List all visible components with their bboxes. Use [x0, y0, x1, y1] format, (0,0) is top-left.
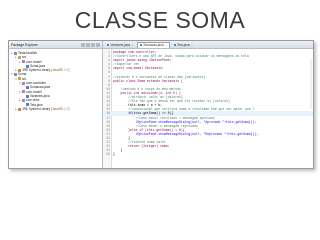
view-menu-icon[interactable] — [91, 42, 95, 47]
line-number: 26 — [106, 152, 110, 157]
expand-toggle-icon[interactable]: ▾ — [19, 90, 21, 94]
project-icon — [14, 73, 17, 77]
editor-tab[interactable]: Somacao.java × — [137, 41, 170, 49]
project-icon — [14, 51, 17, 55]
library-version: [JavaSE-1.7] — [51, 106, 70, 111]
overview-ruler — [310, 59, 312, 109]
package-explorer-header: Package Explorer — [9, 41, 102, 49]
expand-toggle-icon[interactable]: ▸ — [15, 55, 17, 59]
source-folder-icon — [18, 77, 21, 81]
editor-tab-bar: Variaveis.java × Somacao.java × Tela.java × — [103, 41, 313, 49]
library-icon — [18, 68, 21, 72]
expand-toggle-icon[interactable]: ▾ — [11, 72, 13, 76]
java-file-icon — [107, 44, 110, 47]
slide-title: CLASSE SOMA — [74, 7, 246, 33]
code-area[interactable]: 1 package com.controller; 2//Controllers é… — [103, 49, 313, 168]
java-file-icon — [26, 86, 29, 90]
package-icon — [22, 90, 25, 94]
code-line: 26} — [103, 152, 313, 156]
expand-toggle-icon[interactable]: ▸ — [11, 51, 13, 55]
java-file-icon — [173, 44, 177, 47]
java-file-icon — [140, 44, 143, 47]
code-text: JOptionPane.showMessageDialog(null, "Rep… — [113, 131, 259, 136]
expand-toggle-icon[interactable]: ▸ — [19, 98, 21, 102]
package-explorer-title: Package Explorer — [11, 42, 38, 47]
eclipse-screenshot: Package Explorer ▸ TesteJavaWs ▸ src ▸ com.mo… — [8, 40, 314, 169]
package-icon — [22, 81, 25, 85]
java-file-icon — [26, 103, 29, 107]
close-icon[interactable]: × — [191, 43, 193, 49]
tree-item-label: JRE System Library — [22, 106, 51, 111]
library-icon — [18, 107, 21, 111]
close-icon[interactable]: × — [165, 43, 167, 49]
code-lines: 1 package com.controller; 2//Controllers é… — [103, 50, 313, 156]
package-explorer-panel: Package Explorer ▸ TesteJavaWs ▸ src ▸ com.mo… — [9, 41, 103, 168]
collapse-all-icon[interactable] — [81, 42, 85, 47]
tree-item[interactable]: ▸ JRE System Library [JavaSE-1.7] — [11, 107, 102, 111]
editor-tab-label: Somacao.java — [143, 42, 164, 47]
link-editor-icon[interactable] — [86, 42, 90, 47]
package-explorer-toolbar — [81, 42, 100, 47]
project-tree: ▸ TesteJavaWs ▸ src ▸ com.model Soma.java ▸ JRE … — [9, 49, 102, 111]
minimize-icon[interactable] — [96, 42, 100, 47]
close-icon[interactable]: × — [132, 43, 134, 49]
expand-toggle-icon[interactable]: ▸ — [15, 68, 17, 72]
java-file-icon — [26, 94, 29, 98]
editor-tab-label: Variaveis.java — [110, 42, 130, 47]
editor-tab[interactable]: Tela.java × — [171, 42, 196, 49]
code-editor: Variaveis.java × Somacao.java × Tela.java × 1… — [103, 41, 313, 168]
tree-item-label: TesteJavaWs — [18, 51, 37, 55]
package-icon — [22, 60, 25, 64]
source-folder-icon — [18, 55, 21, 59]
code-text: public class Soma extends Variaveis { — [113, 78, 183, 83]
expand-toggle-icon[interactable]: ▾ — [19, 81, 21, 85]
editor-tab[interactable]: Variaveis.java × — [104, 42, 136, 49]
expand-toggle-icon[interactable]: ▸ — [19, 60, 21, 64]
package-icon — [22, 98, 25, 102]
editor-tab-label: Tela.java — [177, 42, 190, 47]
library-version: [JavaSE-1.7] — [51, 68, 70, 73]
java-file-icon — [26, 64, 29, 68]
code-text: import com.model.Variaveis; — [113, 66, 164, 71]
expand-toggle-icon[interactable]: ▾ — [15, 77, 17, 81]
expand-toggle-icon[interactable]: ▸ — [15, 107, 17, 111]
code-text: } — [113, 152, 115, 157]
